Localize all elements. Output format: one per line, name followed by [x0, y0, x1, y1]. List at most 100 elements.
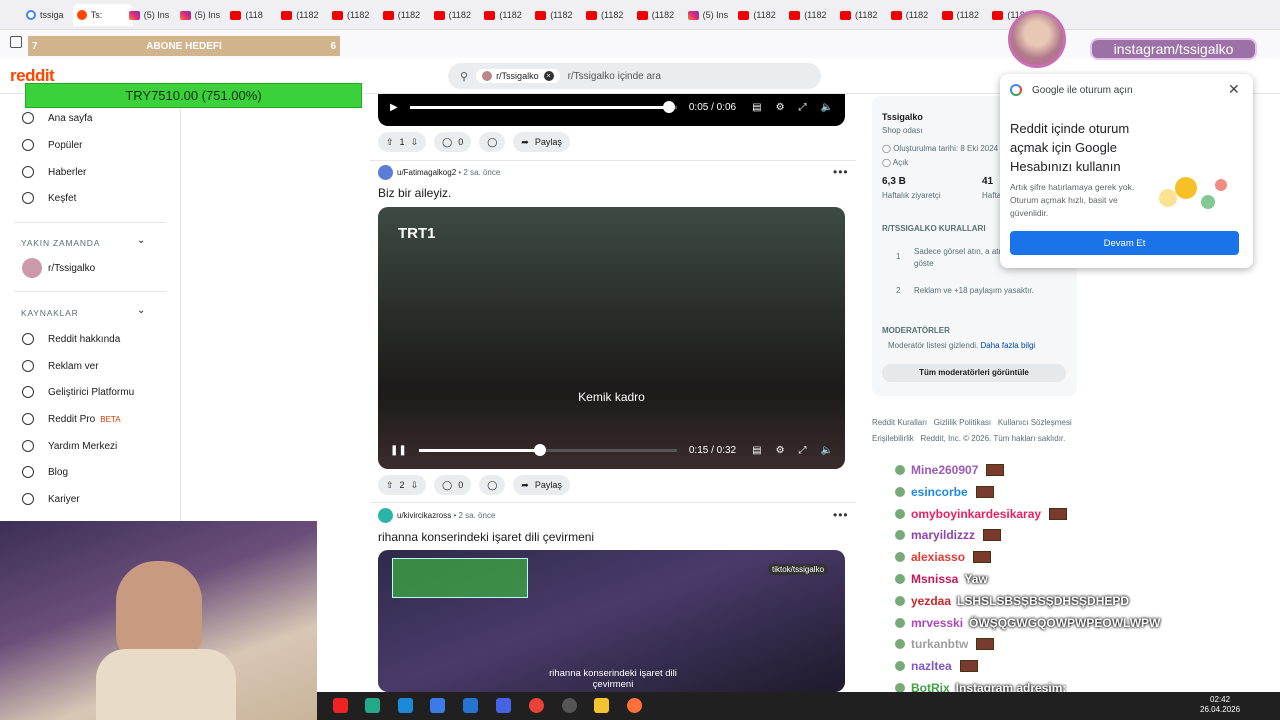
downvote-icon[interactable]: ⇩ [411, 480, 419, 491]
comments-button[interactable]: ◯ 0 [434, 132, 472, 152]
upvote-icon[interactable]: ⇧ [386, 480, 394, 491]
video-player[interactable]: tiktok/tssigalko rihanna konserindeki iş… [378, 550, 845, 692]
tab-12[interactable]: (1182 [633, 4, 683, 26]
volume-icon[interactable]: 🔈 [821, 445, 833, 456]
sidebar-toggle-icon[interactable] [10, 36, 22, 48]
fullscreen-icon[interactable]: ⤢ [799, 102, 807, 113]
sidebar-item-popular[interactable]: Popüler [22, 139, 82, 151]
video-player[interactable]: ▶ 0:05 / 0:06 ▤ ⚙ ⤢ 🔈 [378, 94, 845, 126]
chrome-icon[interactable] [529, 698, 544, 713]
firefox-icon[interactable] [627, 698, 642, 713]
tab-13[interactable]: (5) Ins [684, 4, 734, 26]
tab-9[interactable]: (1182 [480, 4, 530, 26]
sidebar-item-careers[interactable]: Kariyer [22, 493, 80, 505]
search-input[interactable]: ⚲ r/Tssigalko × r/Tssigalko içinde ara [448, 63, 821, 89]
resources-section-title[interactable]: KAYNAKLAR [21, 308, 79, 318]
settings-gear-icon[interactable]: ⚙ [776, 445, 785, 456]
clear-icon[interactable]: × [543, 71, 554, 81]
award-button[interactable]: ◯ [479, 475, 506, 495]
share-button[interactable]: ➦ Paylaş [513, 475, 570, 495]
tab-10[interactable]: (1182 [531, 4, 581, 26]
sidebar-item-label: Ana sayfa [48, 112, 93, 124]
sidebar-item-advertise[interactable]: Reklam ver [22, 360, 99, 372]
tab-17[interactable]: (1182 [887, 4, 937, 26]
clock[interactable]: 02:42 26.04.2026 [1200, 695, 1240, 715]
tab-7[interactable]: (1182 [379, 4, 429, 26]
progress-knob[interactable] [534, 444, 547, 456]
post-author[interactable]: u/kivircikazross [397, 511, 451, 520]
upvote-icon[interactable]: ⇧ [386, 137, 394, 148]
chevron-down-icon[interactable]: ⌄ [137, 305, 145, 316]
vote-count: 2 [399, 480, 405, 490]
search-icon: ⚲ [460, 70, 469, 83]
video-progress[interactable] [418, 444, 677, 456]
sidebar-item-recent[interactable]: r/Tssigalko [22, 258, 95, 278]
sidebar-item-home[interactable]: Ana sayfa [22, 112, 92, 124]
tab-8[interactable]: (1182 [430, 4, 480, 26]
progress-knob[interactable] [662, 101, 675, 113]
store-icon[interactable] [430, 698, 445, 713]
tab-15[interactable]: (1182 [785, 4, 835, 26]
sidebar-item-developer[interactable]: Geliştirici Platformu [22, 386, 134, 398]
post-author[interactable]: u/Fatimagalkog2 [397, 168, 456, 177]
award-button[interactable]: ◯ [479, 132, 506, 152]
volume-icon[interactable]: 🔈 [821, 102, 833, 113]
post-title[interactable]: Biz bir aileyiz. [378, 186, 451, 200]
sidebar-item-news[interactable]: Haberler [22, 166, 86, 178]
search-community-chip[interactable]: r/Tssigalko × [476, 69, 560, 83]
rule-text[interactable]: Reklam ve +18 paylaşım yasaktır. [914, 286, 1069, 295]
tab-6[interactable]: (1182 [328, 4, 378, 26]
obs-icon[interactable] [562, 698, 577, 713]
opera-icon[interactable] [333, 698, 348, 713]
continue-button[interactable]: Devam Et [1010, 231, 1239, 255]
vote-button[interactable]: ⇧ 1 ⇩ [378, 132, 427, 152]
more-options-icon[interactable]: ••• [833, 508, 849, 522]
youtube-icon [636, 10, 648, 20]
fullscreen-icon[interactable]: ⤢ [799, 445, 807, 456]
play-icon[interactable]: ▶ [390, 102, 398, 113]
footer-links[interactable]: Reddit Kuralları Gizlilik Politikası Kul… [872, 418, 1072, 427]
post-title[interactable]: rihanna konserindeki işaret dili çevirme… [378, 530, 594, 544]
tab-1[interactable]: Ts: [72, 4, 133, 26]
more-options-icon[interactable]: ••• [833, 165, 849, 179]
downvote-icon[interactable]: ⇩ [411, 137, 419, 148]
recent-section-title[interactable]: YAKIN ZAMANDA [21, 238, 100, 248]
user-avatar[interactable] [378, 165, 393, 180]
tab-11[interactable]: (1182 [582, 4, 632, 26]
captions-icon[interactable]: ▤ [752, 445, 761, 456]
share-button[interactable]: ➦ Paylaş [513, 132, 570, 152]
view-all-moderators-button[interactable]: Tüm moderatörleri görüntüle [882, 364, 1066, 382]
edge-icon[interactable] [398, 698, 413, 713]
cake-icon: ◯ [882, 144, 891, 153]
book-icon [22, 466, 34, 478]
sidebar-item-label: Kariyer [48, 493, 80, 505]
captions-icon[interactable]: ▤ [752, 102, 761, 113]
sidebar-item-help[interactable]: Yardım Merkezi [22, 440, 117, 452]
tab-14[interactable]: (1182 [734, 4, 784, 26]
pause-icon[interactable]: ❚❚ [390, 445, 407, 456]
sidebar-item-blog[interactable]: Blog [22, 466, 68, 478]
tab-4[interactable]: (118 [226, 4, 276, 26]
comments-button[interactable]: ◯ 0 [434, 475, 472, 495]
user-avatar[interactable] [378, 508, 393, 523]
tab-0[interactable]: tssiga [22, 4, 72, 26]
video-player[interactable]: TRT1 Kemik kadro ❚❚ 0:15 / 0:32 ▤ ⚙ ⤢ 🔈 [378, 207, 845, 469]
sidebar-item-about[interactable]: Reddit hakkında [22, 333, 120, 345]
copilot-icon[interactable] [365, 698, 380, 713]
tab-16[interactable]: (1182 [836, 4, 886, 26]
app-icon[interactable] [496, 698, 511, 713]
tab-5[interactable]: (1182 [277, 4, 327, 26]
learn-more-link[interactable]: Daha fazla bilgi [981, 341, 1036, 350]
sidebar-item-reddit-pro[interactable]: Reddit Pro BETA [22, 413, 121, 425]
video-progress[interactable] [409, 101, 677, 113]
sidebar-item-explore[interactable]: Keşfet [22, 192, 76, 204]
settings-gear-icon[interactable]: ⚙ [776, 102, 785, 113]
tab-3[interactable]: (5) Ins [176, 4, 226, 26]
chevron-down-icon[interactable]: ⌄ [137, 235, 145, 246]
folder-icon[interactable] [594, 698, 609, 713]
close-icon[interactable]: ✕ [1228, 81, 1240, 98]
tab-2[interactable]: (5) Ins [125, 4, 175, 26]
mail-icon[interactable] [463, 698, 478, 713]
tab-18[interactable]: (1182 [938, 4, 988, 26]
vote-button[interactable]: ⇧ 2 ⇩ [378, 475, 427, 495]
